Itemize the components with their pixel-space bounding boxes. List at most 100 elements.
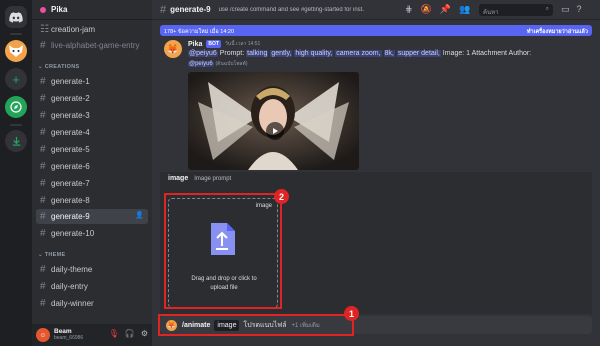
hash-icon: #	[40, 297, 46, 309]
download-apps-button[interactable]	[5, 130, 27, 152]
gear-icon[interactable]: ⚙	[141, 329, 148, 338]
attachment-text: Image: 1 Attachment Author:	[442, 50, 532, 57]
prompt-word: high quality,	[294, 50, 334, 57]
user-mention[interactable]: @peiyu6	[188, 50, 218, 57]
channel-label: generate-4	[51, 128, 90, 137]
server-status-dot	[40, 6, 46, 13]
video-attachment[interactable]	[188, 72, 359, 170]
plus-icon: +	[12, 71, 20, 87]
mute-mic-icon[interactable]: 🎙	[109, 329, 119, 338]
user-tag: beam_66986	[54, 335, 84, 342]
channel-generate-8[interactable]: # generate-8	[36, 193, 148, 208]
channel-live-alphabet-game-entry[interactable]: # live-alphabet-game-entry	[36, 38, 148, 53]
message-header: Pika BOT วันนี้ เวลา 14:51	[188, 40, 260, 48]
annotation-box-2	[164, 193, 282, 309]
inbox-icon[interactable]: ▭	[561, 4, 570, 15]
help-icon[interactable]: ?	[577, 4, 582, 15]
message-author[interactable]: Pika	[188, 41, 202, 48]
channel-label: generate-5	[51, 145, 90, 154]
channel-daily-entry[interactable]: # daily-entry	[36, 279, 148, 294]
compass-icon	[10, 101, 22, 113]
prompt-label: Prompt:	[219, 50, 245, 57]
channel-label: generate-7	[51, 179, 90, 188]
new-messages-text: 178+ ข้อความใหม่ เมื่อ 14:20	[164, 28, 235, 35]
discord-home-button[interactable]	[5, 6, 27, 28]
mute-bell-icon[interactable]: 🔕	[421, 4, 432, 15]
hash-icon: #	[40, 160, 46, 172]
user-panel: ☺ Beam beam_66986 🎙 🎧 ⚙	[32, 324, 152, 346]
channel-daily-winner[interactable]: # daily-winner	[36, 296, 148, 311]
channel-creation-jam[interactable]: ☷ creation-jam	[36, 22, 148, 37]
add-member-icon[interactable]: 👤	[135, 211, 144, 219]
hash-icon: #	[40, 39, 46, 51]
server-header[interactable]: Pika	[32, 0, 152, 20]
bot-badge: BOT	[206, 40, 221, 48]
user-avatar[interactable]: ☺	[36, 328, 50, 342]
prompt-word: gently,	[270, 50, 293, 57]
annotation-badge-2: 2	[274, 189, 289, 204]
chevron-down-icon: ⌄	[38, 252, 45, 258]
channel-generate-1[interactable]: # generate-1	[36, 74, 148, 89]
headphones-icon[interactable]: 🎧	[125, 329, 135, 338]
channel-generate-9[interactable]: # generate-9 👤	[36, 209, 148, 224]
channel-title: generate-9	[170, 5, 211, 14]
annotation-badge-1: 1	[344, 306, 359, 321]
discord-icon	[9, 11, 23, 23]
search-input[interactable]: ค้นหา ⌕	[479, 4, 553, 16]
user-info[interactable]: Beam beam_66986	[54, 328, 84, 342]
members-icon[interactable]: 👥	[459, 4, 470, 15]
channel-label: daily-theme	[51, 265, 93, 274]
hash-icon: #	[160, 3, 167, 16]
hash-icon: #	[40, 227, 46, 239]
header-actions: ⋕ 🔕 📌 👥	[405, 4, 470, 15]
channel-generate-4[interactable]: # generate-4	[36, 125, 148, 140]
channel-generate-10[interactable]: # generate-10	[36, 226, 148, 241]
category-creations[interactable]: ⌄ CREATIONS	[38, 64, 79, 70]
channel-label: generate-10	[51, 229, 95, 238]
channel-label: live-alphabet-game-entry	[51, 41, 140, 50]
annotation-box-1	[158, 314, 354, 336]
message-content: @peiyu6 Prompt: talking gently, high qua…	[188, 50, 531, 57]
pin-icon[interactable]: 📌	[440, 4, 451, 15]
fox-logo-icon	[9, 45, 23, 57]
category-theme[interactable]: ⌄ THEME	[38, 252, 66, 258]
play-icon	[273, 128, 278, 134]
hash-icon: #	[40, 280, 46, 292]
channel-label: creation-jam	[51, 25, 96, 34]
channel-generate-7[interactable]: # generate-7	[36, 176, 148, 191]
hash-icon: #	[40, 210, 46, 222]
threads-icon[interactable]: ⋕	[405, 4, 413, 15]
hash-icon: #	[40, 126, 46, 138]
channel-label: generate-1	[51, 77, 90, 86]
prompt-word: supper detail,	[396, 50, 441, 57]
server-rail: +	[0, 0, 32, 346]
channel-daily-theme[interactable]: # daily-theme	[36, 262, 148, 277]
channel-generate-3[interactable]: # generate-3	[36, 108, 148, 123]
hash-icon: #	[40, 92, 46, 104]
channel-sidebar: Pika ☷ creation-jam # live-alphabet-game…	[32, 0, 152, 346]
author-mention[interactable]: @peiyu6	[188, 61, 214, 67]
category-label: CREATIONS	[44, 64, 80, 70]
channel-generate-2[interactable]: # generate-2	[36, 91, 148, 106]
channel-topic[interactable]: use /create command and see #getting-sta…	[219, 7, 364, 13]
add-server-button[interactable]: +	[5, 68, 27, 90]
channel-generate-5[interactable]: # generate-5	[36, 142, 148, 157]
chevron-down-icon: ⌄	[38, 64, 45, 70]
server-pika-button[interactable]	[5, 40, 27, 62]
message-timestamp: วันนี้ เวลา 14:51	[224, 41, 261, 47]
hash-icon: #	[40, 194, 46, 206]
message-subline: @peiyu6 (ต้นฉบับโพสต์)	[188, 60, 247, 68]
play-button[interactable]	[266, 122, 284, 140]
hash-icon: #	[40, 177, 46, 189]
hash-icon: #	[40, 109, 46, 121]
mark-as-read-button[interactable]: ทำเครื่องหมายว่าอ่านแล้ว	[527, 28, 588, 35]
prompt-word: talking	[246, 50, 269, 57]
new-messages-bar[interactable]: 178+ ข้อความใหม่ เมื่อ 14:20 ทำเครื่องหม…	[160, 25, 592, 36]
explore-button[interactable]	[5, 96, 27, 118]
prompt-word: 8k,	[383, 50, 395, 57]
channel-generate-6[interactable]: # generate-6	[36, 159, 148, 174]
bot-avatar[interactable]: 🦊	[164, 40, 182, 58]
video-thumbnail	[188, 72, 359, 170]
search-placeholder: ค้นหา	[483, 10, 499, 16]
user-controls: 🎙 🎧 ⚙	[109, 329, 148, 338]
